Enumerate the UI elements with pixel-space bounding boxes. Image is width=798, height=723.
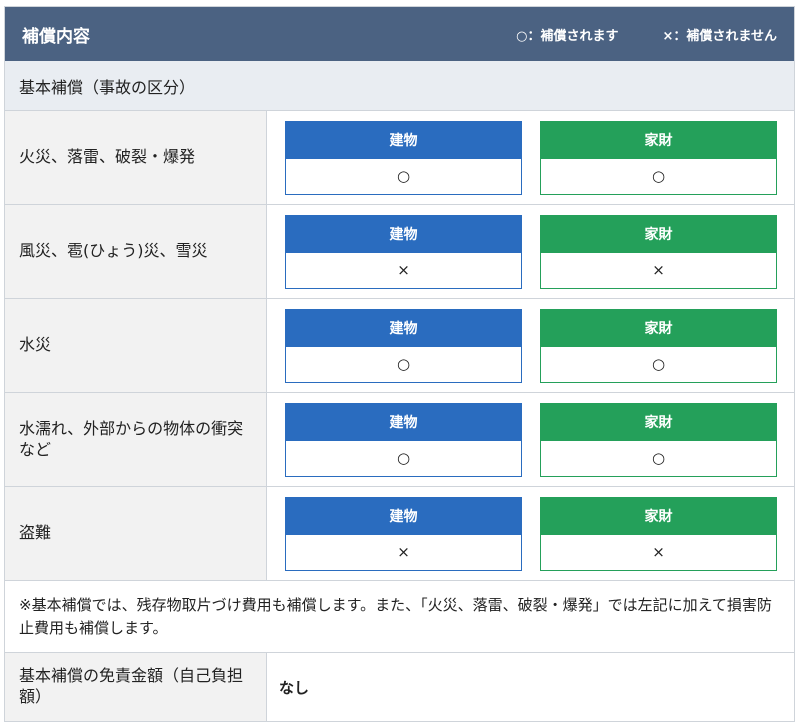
- building-box: 建物 ○: [285, 308, 522, 383]
- building-value: ○: [286, 158, 521, 194]
- row-label: 水濡れ、外部からの物体の衝突など: [5, 393, 267, 486]
- row-label: 風災、雹(ひょう)災、雪災: [5, 205, 267, 298]
- contents-value: ○: [541, 158, 776, 194]
- building-box: 建物 ○: [285, 120, 522, 195]
- contents-box: 家財 ○: [540, 120, 777, 195]
- table-row: 風災、雹(ひょう)災、雪災 建物 × 家財 ×: [5, 205, 794, 299]
- contents-header: 家財: [541, 403, 776, 441]
- building-value: ×: [286, 534, 521, 570]
- building-box: 建物 ×: [285, 214, 522, 289]
- building-value: ×: [286, 252, 521, 288]
- section-title: 基本補償（事故の区分）: [5, 61, 794, 111]
- contents-header: 家財: [541, 121, 776, 159]
- building-header: 建物: [286, 215, 521, 253]
- contents-box: 家財 ○: [540, 308, 777, 383]
- deductible-value: なし: [279, 678, 310, 697]
- row-cells: 建物 × 家財 ×: [267, 487, 794, 580]
- building-box: 建物 ×: [285, 496, 522, 571]
- contents-header: 家財: [541, 215, 776, 253]
- row-cells: 建物 × 家財 ×: [267, 205, 794, 298]
- deductible-row: 基本補償の免責金額（自己負担額） なし: [5, 653, 794, 721]
- contents-value: ○: [541, 346, 776, 382]
- building-header: 建物: [286, 121, 521, 159]
- building-header: 建物: [286, 403, 521, 441]
- building-header: 建物: [286, 309, 521, 347]
- contents-value: ×: [541, 252, 776, 288]
- table-row: 火災、落雷、破裂・爆発 建物 ○ 家財 ○: [5, 111, 794, 205]
- row-cells: 建物 ○ 家財 ○: [267, 111, 794, 204]
- contents-header: 家財: [541, 497, 776, 535]
- building-header: 建物: [286, 497, 521, 535]
- row-label: 水災: [5, 299, 267, 392]
- coverage-table: 補償内容 ○：補償されます ×：補償されません 基本補償（事故の区分） 火災、落…: [4, 6, 795, 722]
- table-row: 水濡れ、外部からの物体の衝突など 建物 ○ 家財 ○: [5, 393, 794, 487]
- contents-header: 家財: [541, 309, 776, 347]
- row-label: 盗難: [5, 487, 267, 580]
- deductible-label: 基本補償の免責金額（自己負担額）: [5, 653, 267, 721]
- contents-value: ×: [541, 534, 776, 570]
- building-box: 建物 ○: [285, 402, 522, 477]
- row-label: 火災、落雷、破裂・爆発: [5, 111, 267, 204]
- building-value: ○: [286, 346, 521, 382]
- table-header: 補償内容 ○：補償されます ×：補償されません: [5, 7, 794, 61]
- coverage-note: ※基本補償では、残存物取片づけ費用も補償します。また、「火災、落雷、破裂・爆発」…: [5, 581, 794, 653]
- table-row: 水災 建物 ○ 家財 ○: [5, 299, 794, 393]
- contents-box: 家財 ○: [540, 402, 777, 477]
- contents-value: ○: [541, 440, 776, 476]
- legend-covered: ○：補償されます: [516, 28, 619, 44]
- building-value: ○: [286, 440, 521, 476]
- contents-box: 家財 ×: [540, 496, 777, 571]
- row-cells: 建物 ○ 家財 ○: [267, 393, 794, 486]
- contents-box: 家財 ×: [540, 214, 777, 289]
- table-row: 盗難 建物 × 家財 ×: [5, 487, 794, 581]
- legend-not-covered: ×：補償されません: [662, 28, 777, 44]
- row-cells: 建物 ○ 家財 ○: [267, 299, 794, 392]
- header-title: 補償内容: [22, 26, 90, 47]
